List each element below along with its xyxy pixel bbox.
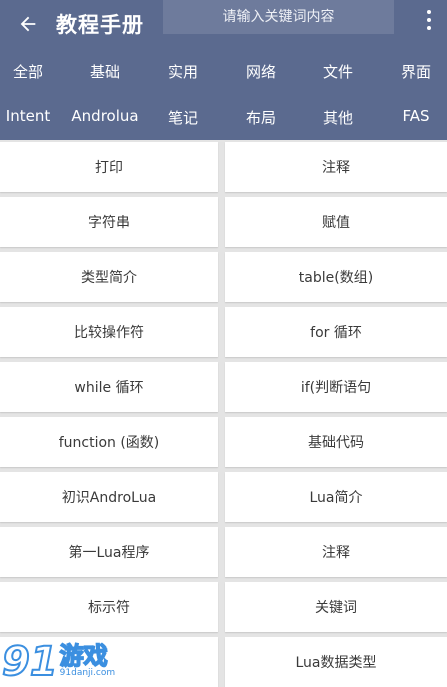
tab-ui[interactable]: 界面 [401, 61, 431, 82]
grid-item[interactable]: for 循环 [225, 307, 447, 357]
tab-androlua[interactable]: Androlua [71, 107, 138, 125]
grid-item[interactable]: while 循环 [0, 362, 218, 412]
grid-item[interactable]: 注释 [225, 527, 447, 577]
tab-all[interactable]: 全部 [13, 61, 43, 82]
grid-item[interactable]: Lua数据类型 [225, 637, 447, 687]
grid-item[interactable]: 比较操作符 [0, 307, 218, 357]
back-button[interactable] [0, 0, 56, 48]
tab-file[interactable]: 文件 [323, 61, 353, 82]
search-input[interactable] [163, 0, 394, 34]
grid-item[interactable]: table(数组) [225, 252, 447, 302]
category-tabs: 全部 基础 实用 网络 文件 界面 Intent Androlua 笔记 布局 … [0, 48, 447, 140]
more-menu-button[interactable] [417, 4, 441, 36]
grid-item[interactable]: 基础代码 [225, 417, 447, 467]
tab-practical[interactable]: 实用 [168, 61, 198, 82]
arrow-left-icon [20, 16, 36, 32]
tab-intent[interactable]: Intent [6, 107, 50, 125]
more-vert-icon [427, 10, 431, 14]
page-title: 教程手册 [56, 13, 144, 37]
grid-item[interactable]: Lua简介 [225, 472, 447, 522]
grid-item[interactable]: 赋值 [225, 197, 447, 247]
grid-item[interactable]: 关键词 [225, 582, 447, 632]
tutorial-grid: 打印 注释 字符串 赋值 类型简介 table(数组) 比较操作符 for 循环… [0, 140, 447, 687]
grid-item[interactable] [0, 637, 218, 687]
grid-item[interactable]: 第一Lua程序 [0, 527, 218, 577]
grid-item[interactable]: 注释 [225, 142, 447, 192]
tab-fas[interactable]: FAS [402, 107, 429, 125]
grid-item[interactable]: 类型简介 [0, 252, 218, 302]
grid-item[interactable]: 标示符 [0, 582, 218, 632]
tab-other[interactable]: 其他 [323, 107, 353, 128]
app-bar: 教程手册 [0, 0, 447, 48]
tab-network[interactable]: 网络 [246, 61, 276, 82]
tab-notes[interactable]: 笔记 [168, 107, 198, 128]
grid-item[interactable]: 初识AndroLua [0, 472, 218, 522]
grid-item[interactable]: 打印 [0, 142, 218, 192]
tab-layout[interactable]: 布局 [246, 107, 276, 128]
grid-item[interactable]: function (函数) [0, 417, 218, 467]
grid-item[interactable]: if(判断语句 [225, 362, 447, 412]
tab-basic[interactable]: 基础 [90, 61, 120, 82]
grid-item[interactable]: 字符串 [0, 197, 218, 247]
